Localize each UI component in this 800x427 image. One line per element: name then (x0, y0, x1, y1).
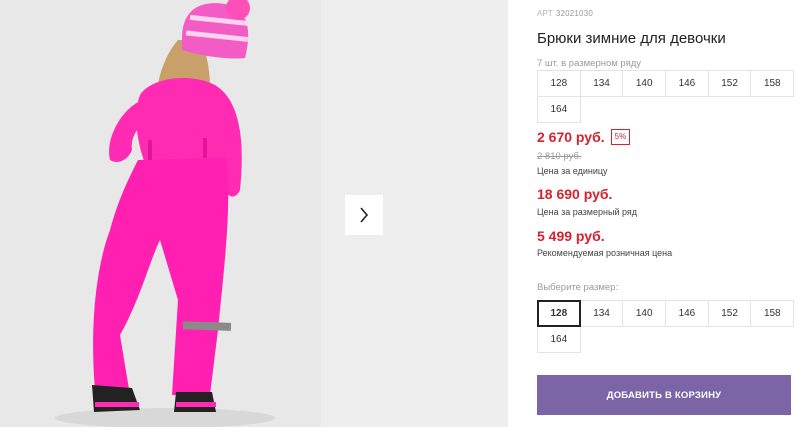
row-price: 18 690 руб. (537, 186, 613, 202)
old-price: 2 810 руб. (537, 151, 582, 162)
product-photo[interactable] (0, 0, 321, 427)
chevron-right-icon (360, 207, 369, 223)
size-option-134[interactable]: 134 (579, 300, 624, 327)
unit-price-caption: Цена за единицу (537, 166, 608, 176)
size-row-cell: 134 (579, 70, 624, 97)
size-row-cell: 152 (707, 70, 752, 97)
retail-price: 5 499 руб. (537, 228, 605, 244)
article-value: 32021030 (555, 9, 594, 18)
unit-price-row: 2 670 руб. 5% (537, 129, 631, 145)
next-image-button[interactable] (345, 195, 383, 235)
size-row-note: 7 шт. в размерном ряду (537, 58, 642, 69)
unit-price: 2 670 руб. (537, 129, 605, 145)
size-option-128[interactable]: 128 (537, 300, 581, 327)
article-label: АРТ (537, 9, 553, 18)
size-option-146[interactable]: 146 (665, 300, 709, 327)
discount-badge: 5% (610, 129, 631, 145)
size-option-152[interactable]: 152 (707, 300, 752, 327)
size-selector: 128 134 140 146 152 158 164 (537, 300, 795, 353)
size-option-164[interactable]: 164 (537, 326, 581, 353)
add-to-cart-button[interactable]: ДОБАВИТЬ В КОРЗИНУ (537, 375, 791, 415)
size-row-cell: 164 (537, 96, 581, 123)
article-number: АРТ 32021030 (537, 9, 593, 18)
product-gallery (0, 0, 508, 427)
size-option-140[interactable]: 140 (622, 300, 667, 327)
row-price-caption: Цена за размерный ряд (537, 207, 638, 217)
product-title: Брюки зимние для девочки (537, 30, 726, 47)
girl-in-pink-snow-pants-image (0, 0, 321, 427)
product-info-panel: АРТ 32021030 Брюки зимние для девочки 7 ш… (537, 0, 800, 427)
size-row-cell: 146 (665, 70, 709, 97)
size-row-cell: 140 (622, 70, 667, 97)
choose-size-label: Выберите размер: (537, 282, 619, 293)
size-row-cell: 128 (537, 70, 581, 97)
size-row-grid: 128 134 140 146 152 158 164 (537, 70, 795, 123)
retail-price-caption: Рекомендуемая розничная цена (537, 248, 673, 258)
size-option-158[interactable]: 158 (750, 300, 795, 327)
size-row-cell: 158 (750, 70, 795, 97)
